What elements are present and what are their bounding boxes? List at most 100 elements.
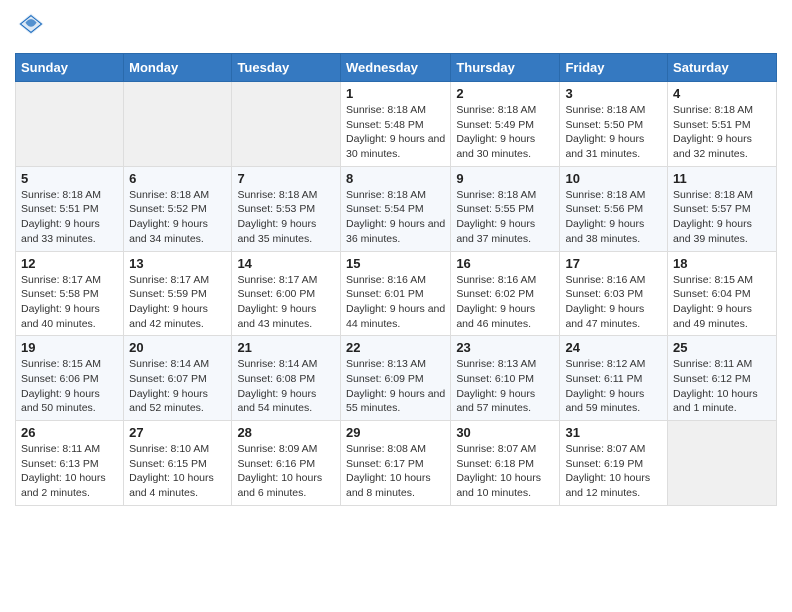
day-info: Sunrise: 8:15 AM Sunset: 6:04 PM Dayligh… — [673, 273, 771, 332]
week-row-5: 26 Sunrise: 8:11 AM Sunset: 6:13 PM Dayli… — [16, 421, 777, 506]
day-info: Sunrise: 8:16 AM Sunset: 6:01 PM Dayligh… — [346, 273, 445, 332]
day-info: Sunrise: 8:18 AM Sunset: 5:51 PM Dayligh… — [673, 103, 771, 162]
week-row-4: 19 Sunrise: 8:15 AM Sunset: 6:06 PM Dayli… — [16, 336, 777, 421]
calendar-cell: 9Sunrise: 8:18 AM Sunset: 5:55 PM Daylig… — [451, 166, 560, 251]
calendar-cell: 27Sunrise: 8:10 AM Sunset: 6:15 PM Dayli… — [124, 421, 232, 506]
day-number: 23 — [456, 340, 554, 355]
day-info: Sunrise: 8:18 AM Sunset: 5:52 PM Dayligh… — [129, 188, 226, 247]
day-number: 10 — [565, 171, 662, 186]
weekday-wednesday: Wednesday — [340, 54, 450, 82]
day-info: Sunrise: 8:16 AM Sunset: 6:02 PM Dayligh… — [456, 273, 554, 332]
week-row-1: 1 Sunrise: 8:18 AM Sunset: 5:48 PM Daylig… — [16, 82, 777, 167]
day-info: Sunrise: 8:13 AM Sunset: 6:10 PM Dayligh… — [456, 357, 554, 416]
day-number: 17 — [565, 256, 662, 271]
day-number: 3 — [565, 86, 662, 101]
day-info: Sunrise: 8:13 AM Sunset: 6:09 PM Dayligh… — [346, 357, 445, 416]
calendar-cell: 24Sunrise: 8:12 AM Sunset: 6:11 PM Dayli… — [560, 336, 668, 421]
day-info: Sunrise: 8:14 AM Sunset: 6:07 PM Dayligh… — [129, 357, 226, 416]
day-info: Sunrise: 8:15 AM Sunset: 6:06 PM Dayligh… — [21, 357, 118, 416]
weekday-saturday: Saturday — [668, 54, 777, 82]
calendar-cell — [16, 82, 124, 167]
calendar-cell: 26 Sunrise: 8:11 AM Sunset: 6:13 PM Dayli… — [16, 421, 124, 506]
weekday-sunday: Sunday — [16, 54, 124, 82]
weekday-header-row: SundayMondayTuesdayWednesdayThursdayFrid… — [16, 54, 777, 82]
calendar-cell: 10Sunrise: 8:18 AM Sunset: 5:56 PM Dayli… — [560, 166, 668, 251]
day-number: 24 — [565, 340, 662, 355]
day-number: 14 — [237, 256, 335, 271]
calendar-cell — [124, 82, 232, 167]
day-info: Sunrise: 8:11 AM Sunset: 6:13 PM Dayligh… — [21, 442, 118, 501]
weekday-thursday: Thursday — [451, 54, 560, 82]
calendar-cell: 6 Sunrise: 8:18 AM Sunset: 5:52 PM Daylig… — [124, 166, 232, 251]
day-number: 15 — [346, 256, 445, 271]
day-info: Sunrise: 8:18 AM Sunset: 5:49 PM Dayligh… — [456, 103, 554, 162]
calendar-cell: 30 Sunrise: 8:07 AM Sunset: 6:18 PM Dayli… — [451, 421, 560, 506]
day-info: Sunrise: 8:17 AM Sunset: 5:59 PM Dayligh… — [129, 273, 226, 332]
calendar-cell: 11 Sunrise: 8:18 AM Sunset: 5:57 PM Dayli… — [668, 166, 777, 251]
calendar-cell: 19 Sunrise: 8:15 AM Sunset: 6:06 PM Dayli… — [16, 336, 124, 421]
calendar-cell: 2 Sunrise: 8:18 AM Sunset: 5:49 PM Daylig… — [451, 82, 560, 167]
day-number: 29 — [346, 425, 445, 440]
weekday-friday: Friday — [560, 54, 668, 82]
day-info: Sunrise: 8:18 AM Sunset: 5:51 PM Dayligh… — [21, 188, 118, 247]
day-number: 7 — [237, 171, 335, 186]
day-info: Sunrise: 8:17 AM Sunset: 6:00 PM Dayligh… — [237, 273, 335, 332]
calendar-cell: 23 Sunrise: 8:13 AM Sunset: 6:10 PM Dayli… — [451, 336, 560, 421]
weekday-tuesday: Tuesday — [232, 54, 341, 82]
day-number: 4 — [673, 86, 771, 101]
week-row-3: 12 Sunrise: 8:17 AM Sunset: 5:58 PM Dayli… — [16, 251, 777, 336]
day-number: 22 — [346, 340, 445, 355]
day-number: 28 — [237, 425, 335, 440]
calendar-cell: 17 Sunrise: 8:16 AM Sunset: 6:03 PM Dayli… — [560, 251, 668, 336]
day-number: 30 — [456, 425, 554, 440]
calendar-cell: 5 Sunrise: 8:18 AM Sunset: 5:51 PM Daylig… — [16, 166, 124, 251]
calendar-cell — [232, 82, 341, 167]
calendar-cell: 8Sunrise: 8:18 AM Sunset: 5:54 PM Daylig… — [340, 166, 450, 251]
day-info: Sunrise: 8:18 AM Sunset: 5:48 PM Dayligh… — [346, 103, 445, 162]
logo — [15, 10, 45, 43]
calendar-cell: 3Sunrise: 8:18 AM Sunset: 5:50 PM Daylig… — [560, 82, 668, 167]
day-number: 1 — [346, 86, 445, 101]
day-number: 25 — [673, 340, 771, 355]
calendar-cell: 28 Sunrise: 8:09 AM Sunset: 6:16 PM Dayli… — [232, 421, 341, 506]
calendar-cell: 22 Sunrise: 8:13 AM Sunset: 6:09 PM Dayli… — [340, 336, 450, 421]
day-info: Sunrise: 8:17 AM Sunset: 5:58 PM Dayligh… — [21, 273, 118, 332]
day-info: Sunrise: 8:08 AM Sunset: 6:17 PM Dayligh… — [346, 442, 445, 501]
day-number: 20 — [129, 340, 226, 355]
calendar-cell: 1 Sunrise: 8:18 AM Sunset: 5:48 PM Daylig… — [340, 82, 450, 167]
day-info: Sunrise: 8:07 AM Sunset: 6:19 PM Dayligh… — [565, 442, 662, 501]
day-number: 12 — [21, 256, 118, 271]
day-number: 19 — [21, 340, 118, 355]
day-number: 2 — [456, 86, 554, 101]
day-info: Sunrise: 8:18 AM Sunset: 5:57 PM Dayligh… — [673, 188, 771, 247]
week-row-2: 5 Sunrise: 8:18 AM Sunset: 5:51 PM Daylig… — [16, 166, 777, 251]
day-number: 26 — [21, 425, 118, 440]
calendar-cell: 29 Sunrise: 8:08 AM Sunset: 6:17 PM Dayli… — [340, 421, 450, 506]
day-info: Sunrise: 8:07 AM Sunset: 6:18 PM Dayligh… — [456, 442, 554, 501]
calendar-cell: 13 Sunrise: 8:17 AM Sunset: 5:59 PM Dayli… — [124, 251, 232, 336]
calendar-cell: 25 Sunrise: 8:11 AM Sunset: 6:12 PM Dayli… — [668, 336, 777, 421]
day-number: 31 — [565, 425, 662, 440]
calendar-cell: 12 Sunrise: 8:17 AM Sunset: 5:58 PM Dayli… — [16, 251, 124, 336]
calendar-cell: 20 Sunrise: 8:14 AM Sunset: 6:07 PM Dayli… — [124, 336, 232, 421]
weekday-monday: Monday — [124, 54, 232, 82]
day-info: Sunrise: 8:18 AM Sunset: 5:55 PM Dayligh… — [456, 188, 554, 247]
day-info: Sunrise: 8:09 AM Sunset: 6:16 PM Dayligh… — [237, 442, 335, 501]
day-number: 5 — [21, 171, 118, 186]
day-number: 21 — [237, 340, 335, 355]
day-number: 16 — [456, 256, 554, 271]
day-info: Sunrise: 8:14 AM Sunset: 6:08 PM Dayligh… — [237, 357, 335, 416]
calendar-cell: 16 Sunrise: 8:16 AM Sunset: 6:02 PM Dayli… — [451, 251, 560, 336]
calendar-cell: 18Sunrise: 8:15 AM Sunset: 6:04 PM Dayli… — [668, 251, 777, 336]
day-number: 6 — [129, 171, 226, 186]
calendar-cell: 7 Sunrise: 8:18 AM Sunset: 5:53 PM Daylig… — [232, 166, 341, 251]
day-number: 13 — [129, 256, 226, 271]
calendar: SundayMondayTuesdayWednesdayThursdayFrid… — [15, 53, 777, 506]
calendar-cell: 4 Sunrise: 8:18 AM Sunset: 5:51 PM Daylig… — [668, 82, 777, 167]
day-info: Sunrise: 8:18 AM Sunset: 5:54 PM Dayligh… — [346, 188, 445, 247]
day-info: Sunrise: 8:16 AM Sunset: 6:03 PM Dayligh… — [565, 273, 662, 332]
day-info: Sunrise: 8:10 AM Sunset: 6:15 PM Dayligh… — [129, 442, 226, 501]
day-info: Sunrise: 8:11 AM Sunset: 6:12 PM Dayligh… — [673, 357, 771, 416]
day-info: Sunrise: 8:18 AM Sunset: 5:53 PM Dayligh… — [237, 188, 335, 247]
day-number: 11 — [673, 171, 771, 186]
